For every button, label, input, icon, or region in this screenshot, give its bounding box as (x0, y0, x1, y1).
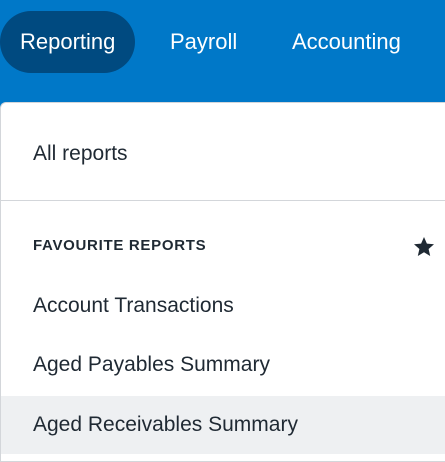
menu-divider (1, 200, 445, 201)
reporting-dropdown-menu: All reports FAVOURITE REPORTS Account Tr… (0, 102, 445, 462)
tab-accounting[interactable]: Accounting (292, 11, 401, 73)
menu-item-account-transactions[interactable]: Account Transactions (1, 277, 445, 335)
menu-item-aged-payables-summary[interactable]: Aged Payables Summary (1, 336, 445, 394)
top-nav-bar: Reporting Payroll Accounting (0, 0, 445, 92)
favourite-reports-header: FAVOURITE REPORTS (33, 237, 207, 254)
menu-item-all-reports[interactable]: All reports (1, 125, 445, 183)
star-icon[interactable] (412, 235, 436, 259)
tab-payroll[interactable]: Payroll (170, 11, 237, 73)
menu-item-aged-receivables-summary[interactable]: Aged Receivables Summary (1, 396, 445, 454)
tab-reporting[interactable]: Reporting (0, 11, 136, 73)
